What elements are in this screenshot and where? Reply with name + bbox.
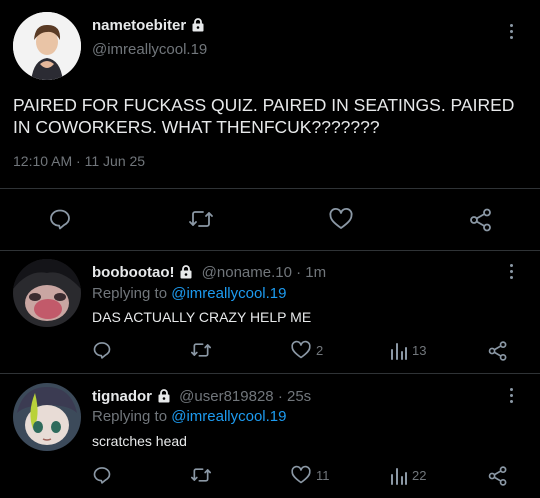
reply-button[interactable] bbox=[48, 207, 72, 231]
lock-icon bbox=[192, 18, 204, 32]
avatar-photo bbox=[13, 383, 81, 451]
like-button[interactable]: 2 bbox=[290, 340, 323, 360]
divider bbox=[0, 373, 540, 374]
display-name[interactable]: tignador bbox=[92, 388, 152, 405]
tweet-age: · 25s bbox=[277, 388, 312, 405]
retweet-button[interactable] bbox=[190, 340, 212, 360]
time[interactable]: 12:10 AM bbox=[13, 153, 72, 169]
author-line: boobootao! @noname.10 · 1m bbox=[92, 264, 326, 281]
replying-label: Replying to bbox=[92, 408, 168, 425]
views-icon bbox=[391, 468, 407, 485]
like-button[interactable] bbox=[328, 207, 354, 231]
display-name[interactable]: nametoebiter bbox=[92, 17, 186, 34]
replying-label: Replying to bbox=[92, 285, 168, 302]
retweet-button[interactable] bbox=[190, 465, 212, 485]
replying-handle-link[interactable]: @imreallycool.19 bbox=[171, 408, 286, 425]
views-icon bbox=[391, 343, 407, 360]
like-icon bbox=[291, 465, 311, 484]
like-icon bbox=[291, 340, 311, 359]
reply-icon bbox=[93, 467, 111, 484]
separator: · bbox=[76, 153, 81, 169]
views-button[interactable]: 13 bbox=[390, 340, 426, 360]
handle[interactable]: @user819828 bbox=[179, 388, 273, 405]
share-button[interactable] bbox=[487, 340, 509, 362]
avatar[interactable] bbox=[13, 12, 81, 80]
display-name[interactable]: boobootao! bbox=[92, 264, 174, 281]
reply-button[interactable] bbox=[92, 340, 112, 360]
retweet-button[interactable] bbox=[188, 207, 214, 231]
more-options-icon[interactable] bbox=[502, 386, 522, 406]
avatar[interactable] bbox=[13, 383, 81, 451]
handle[interactable]: @imreallycool.19 bbox=[92, 41, 207, 58]
handle[interactable]: @noname.10 bbox=[202, 264, 292, 281]
more-options-icon[interactable] bbox=[502, 262, 522, 282]
view-count: 13 bbox=[412, 342, 427, 358]
date[interactable]: 11 Jun 25 bbox=[85, 153, 145, 169]
retweet-icon bbox=[190, 468, 211, 482]
retweet-icon bbox=[190, 343, 211, 357]
view-count: 22 bbox=[412, 467, 427, 483]
avatar[interactable] bbox=[13, 259, 81, 327]
divider bbox=[0, 250, 540, 251]
reply-text: scratches head bbox=[92, 433, 187, 449]
replying-to-line: Replying to @imreallycool.19 bbox=[92, 285, 287, 302]
reply-icon bbox=[93, 342, 111, 359]
like-button[interactable]: 11 bbox=[290, 465, 330, 485]
author-line: tignador @user819828 · 25s bbox=[92, 388, 311, 405]
tweet-text: PAIRED FOR FUCKASS QUIZ. PAIRED IN SEATI… bbox=[13, 95, 515, 137]
lock-icon bbox=[158, 389, 170, 403]
timestamp: 12:10 AM · 11 Jun 25 bbox=[13, 153, 145, 169]
like-count: 11 bbox=[316, 467, 330, 483]
lock-icon bbox=[180, 265, 192, 279]
views-button[interactable]: 22 bbox=[390, 465, 426, 485]
reply-icon bbox=[50, 209, 70, 230]
share-icon bbox=[488, 466, 507, 486]
retweet-icon bbox=[189, 211, 213, 227]
avatar-photo bbox=[13, 12, 81, 80]
share-button[interactable] bbox=[487, 465, 509, 487]
reply-text: DAS ACTUALLY CRAZY HELP ME bbox=[92, 309, 312, 325]
share-button[interactable] bbox=[468, 207, 494, 233]
tweet-age: · 1m bbox=[296, 264, 327, 281]
divider bbox=[0, 188, 540, 189]
author-line: nametoebiter bbox=[92, 17, 205, 34]
replying-handle-link[interactable]: @imreallycool.19 bbox=[171, 285, 286, 302]
replying-to-line: Replying to @imreallycool.19 bbox=[92, 408, 287, 425]
more-options-icon[interactable] bbox=[502, 22, 522, 42]
like-count: 2 bbox=[316, 342, 324, 358]
share-icon bbox=[470, 208, 491, 232]
reply-button[interactable] bbox=[92, 465, 112, 485]
share-icon bbox=[488, 341, 507, 361]
avatar-photo bbox=[13, 259, 81, 327]
like-icon bbox=[329, 207, 353, 229]
